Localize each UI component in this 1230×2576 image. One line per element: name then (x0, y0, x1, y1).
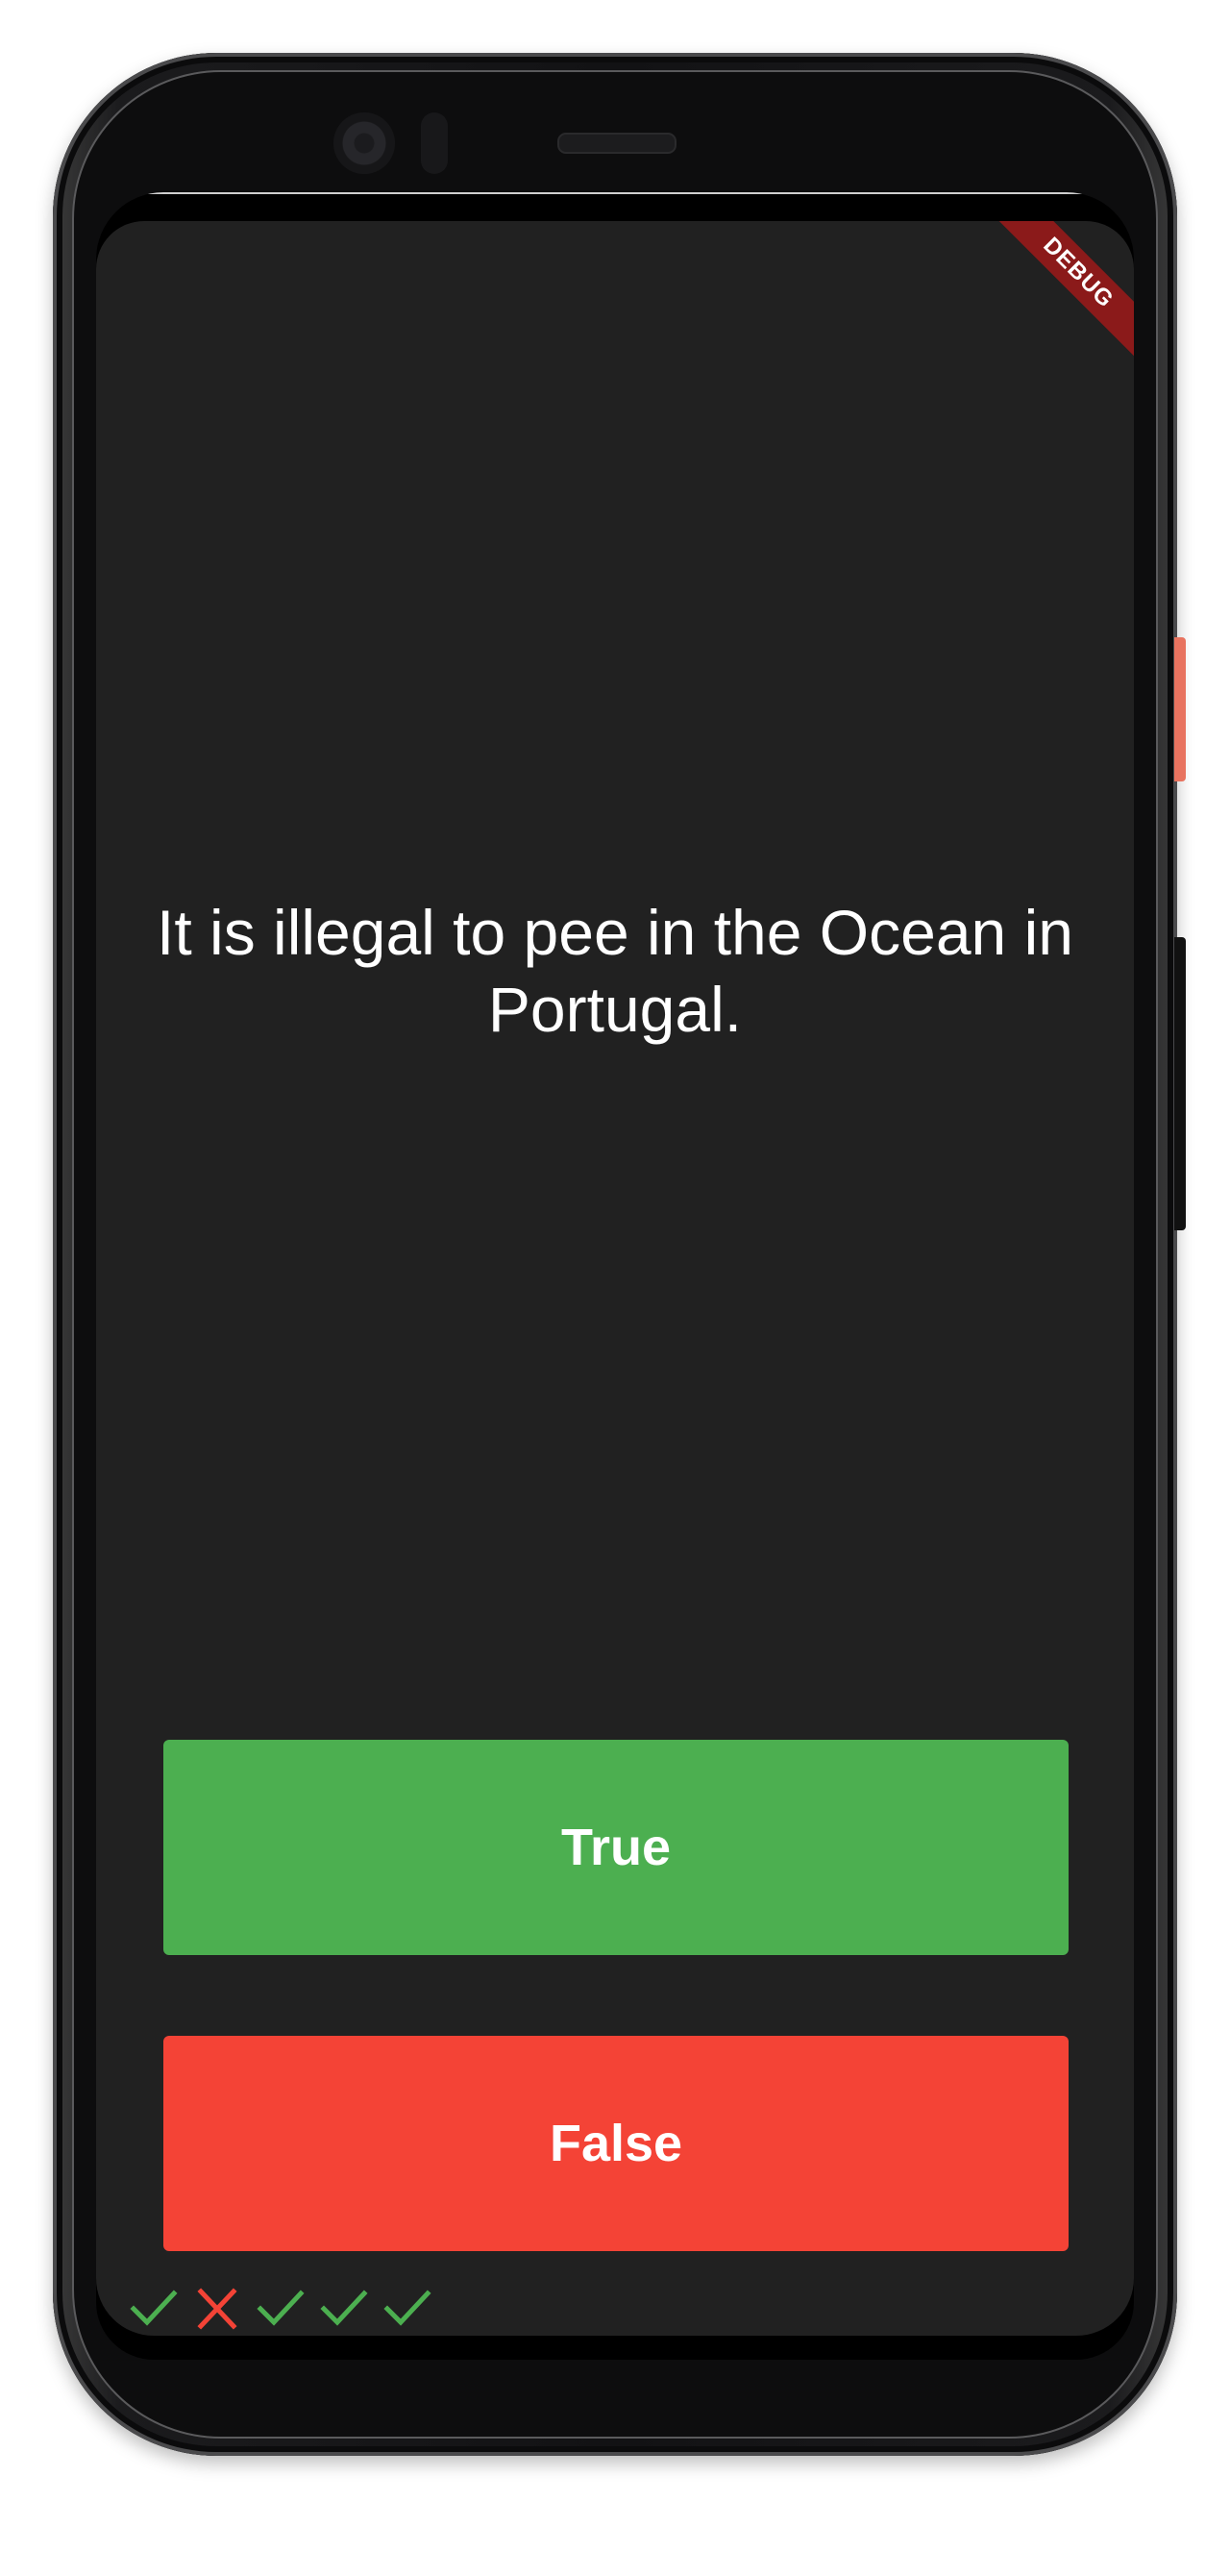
close-icon (197, 2288, 237, 2330)
check-icon (383, 2290, 431, 2326)
volume-button (1174, 937, 1186, 1230)
phone-screen: DEBUG It is illegal to pee in the Ocean … (96, 192, 1134, 2360)
false-button-label: False (549, 2115, 683, 2172)
true-button[interactable]: True (163, 1740, 1069, 1955)
power-button (1174, 637, 1186, 781)
check-icon (257, 2290, 305, 2326)
true-button-label: True (560, 1819, 672, 1876)
check-icon (320, 2290, 368, 2326)
debug-banner: DEBUG (983, 221, 1134, 368)
screen-edge (96, 192, 1134, 194)
check-icon (130, 2290, 178, 2326)
proximity-sensor (421, 112, 448, 174)
front-camera-icon (333, 112, 395, 174)
score-keeper (130, 2288, 431, 2330)
false-button[interactable]: False (163, 2036, 1069, 2251)
earpiece-speaker (557, 133, 676, 154)
question-text: It is illegal to pee in the Ocean in Por… (157, 897, 1073, 1045)
quiz-app: DEBUG It is illegal to pee in the Ocean … (96, 221, 1134, 2336)
device-frame: DEBUG It is illegal to pee in the Ocean … (0, 0, 1230, 2576)
